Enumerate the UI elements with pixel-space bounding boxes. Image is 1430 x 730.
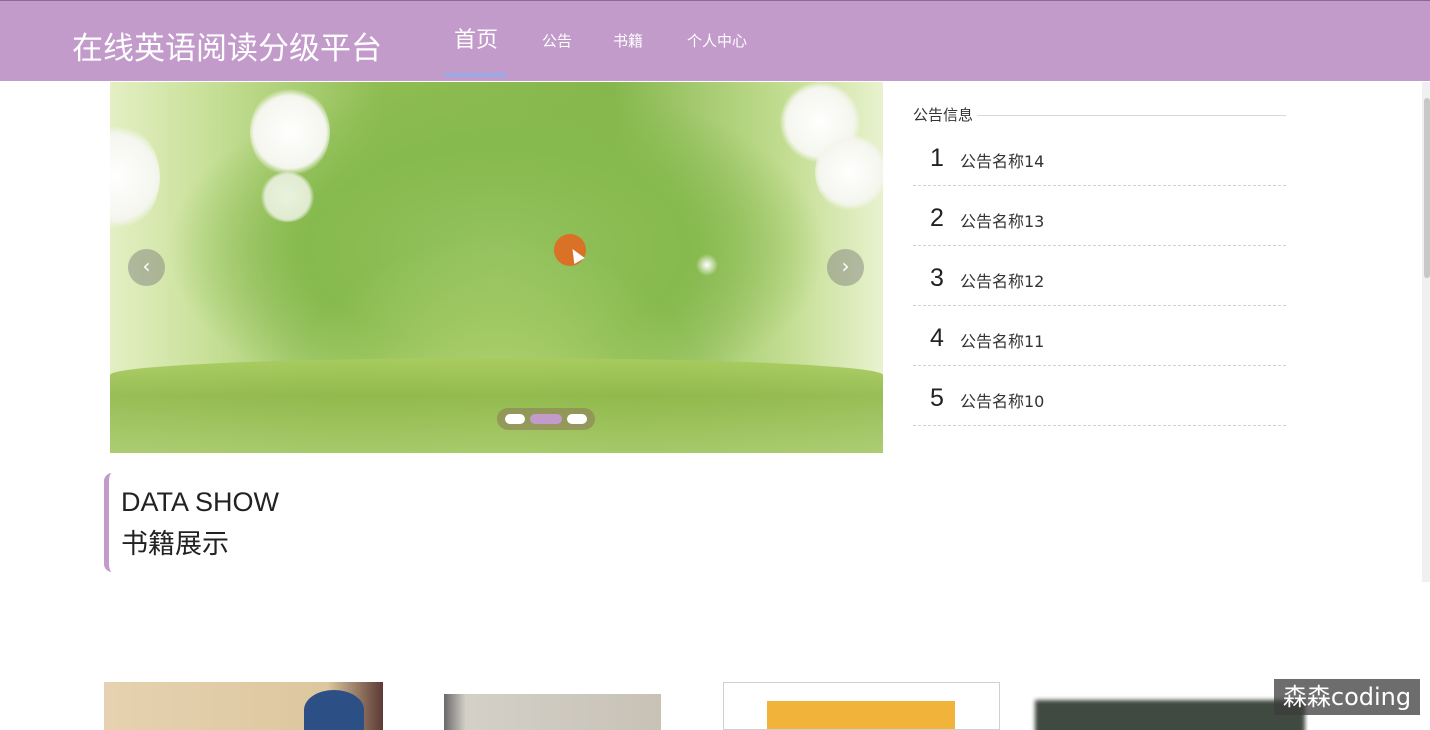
notice-panel: 公告信息 1 公告名称14 2 公告名称13 3 公告名称12 4 公告名称11… [913,104,1286,426]
book-card[interactable] [723,682,1000,730]
book-cover-image [1035,700,1305,730]
site-title[interactable]: 在线英语阅读分级平台 [72,23,382,68]
divider [977,115,1286,116]
section-title-cn: 书籍展示 [121,529,229,560]
notice-item[interactable]: 2 公告名称13 [913,186,1286,246]
notice-number: 5 [930,384,944,412]
notice-item[interactable]: 5 公告名称10 [913,366,1286,426]
carousel-dot-2[interactable] [530,414,562,424]
notice-item[interactable]: 4 公告名称11 [913,306,1286,366]
nav-books[interactable]: 书籍 [613,1,643,81]
banner-carousel[interactable]: ‹ › [110,82,883,453]
flower-decoration [815,132,883,212]
sparkle-decoration [694,252,720,278]
grass-hill [110,358,883,453]
notice-title[interactable]: 公告名称10 [960,388,1044,412]
notice-number: 3 [930,264,944,292]
book-card[interactable] [414,682,691,730]
notice-header: 公告信息 [913,104,1286,126]
notice-number: 4 [930,324,944,352]
top-nav-bar: 在线英语阅读分级平台 首页 公告 书籍 个人中心 [0,0,1430,81]
book-cover-image [304,690,364,730]
book-card[interactable] [1031,682,1308,730]
scrollbar-thumb[interactable] [1424,98,1430,278]
notice-item[interactable]: 1 公告名称14 [913,126,1286,186]
notice-title[interactable]: 公告名称13 [960,208,1044,232]
section-heading: DATA SHOW 书籍展示 [104,473,404,572]
carousel-indicators [497,408,595,430]
book-card[interactable] [104,682,383,730]
notice-item[interactable]: 3 公告名称12 [913,246,1286,306]
carousel-dot-3[interactable] [567,414,587,424]
section-title-en: DATA SHOW [121,487,280,517]
notice-title[interactable]: 公告名称11 [960,328,1044,352]
notice-title[interactable]: 公告名称14 [960,148,1044,172]
flower-decoration [250,87,330,177]
nav-announcements[interactable]: 公告 [542,1,572,81]
nav-active-indicator [444,73,507,77]
book-cover-image [767,701,955,729]
flower-decoration [110,122,160,232]
book-cover-image [444,694,661,730]
chevron-right-icon[interactable]: › [827,249,864,286]
chevron-left-icon[interactable]: ‹ [128,249,165,286]
carousel-dot-1[interactable] [505,414,525,424]
flower-decoration [260,172,315,222]
notice-number: 2 [930,204,944,232]
nav-home[interactable]: 首页 [454,1,498,81]
notice-title[interactable]: 公告名称12 [960,268,1044,292]
notice-heading: 公告信息 [913,106,974,124]
nav-personal-center[interactable]: 个人中心 [687,1,747,81]
notice-number: 1 [930,144,944,172]
watermark-label: 森森coding [1274,679,1420,715]
